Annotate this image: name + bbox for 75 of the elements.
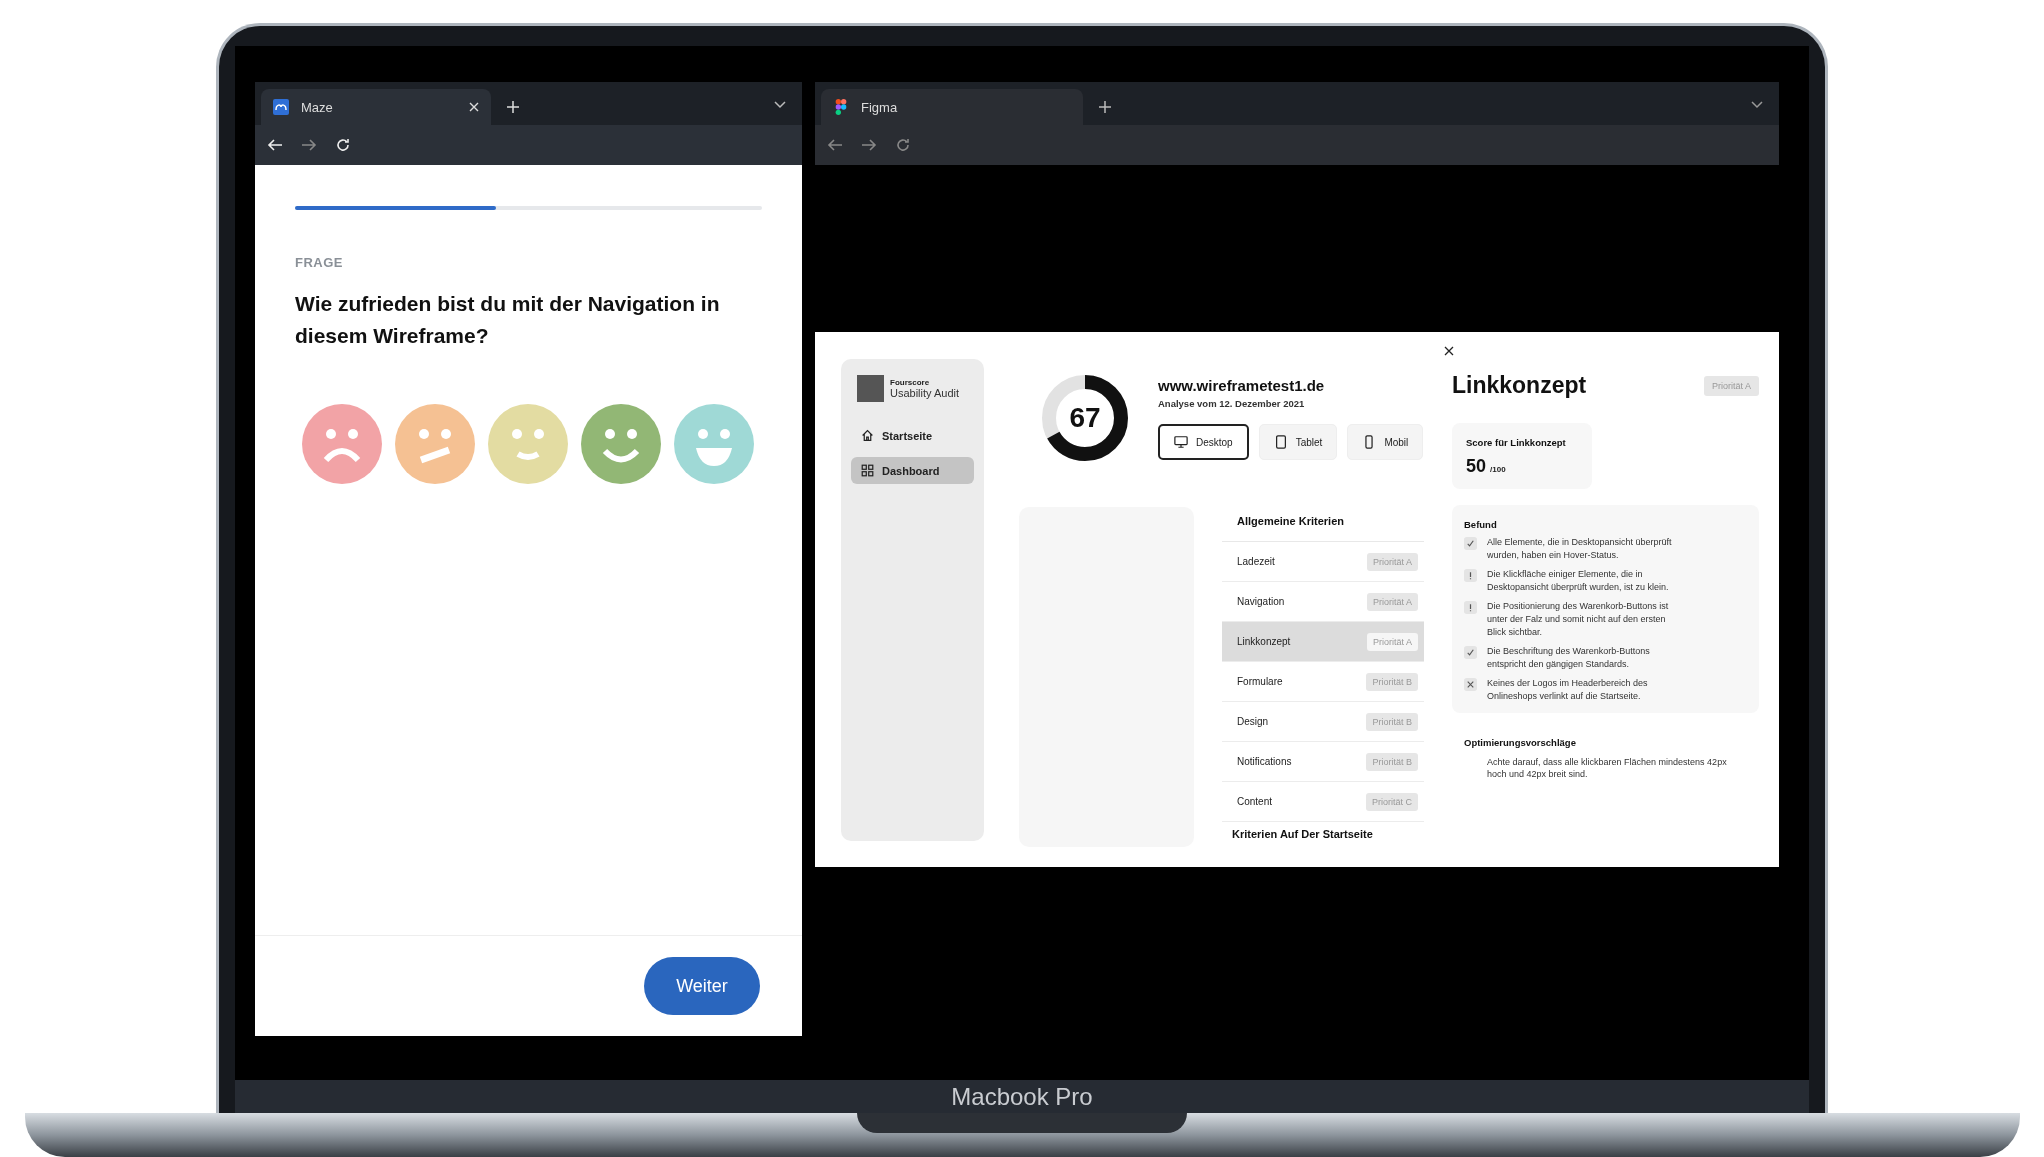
question-text: Wie zufrieden bist du mit der Navigation in diesem Wireframe? [295, 291, 721, 349]
reload-icon[interactable] [335, 137, 351, 153]
priority-badge: Priorität C [1366, 792, 1418, 811]
finding-text: Die Positionierung des Warenkorb-Buttons ist unter der Falz und somit nicht auf den ersten Blick sichtbar. [1487, 600, 1670, 639]
checkmark-icon [1464, 537, 1477, 550]
tablet-icon [1273, 435, 1288, 449]
criteria-row[interactable]: Linkkonzept Priorität A [1222, 622, 1424, 662]
smiley-face-icon[interactable] [581, 404, 661, 484]
finding-text: Die Beschriftung des Warenkorb-Buttons entspricht den gängigen Standards. [1487, 645, 1651, 671]
home-icon [861, 429, 874, 442]
device-tab[interactable]: Desktop [1158, 424, 1249, 460]
criteria-row[interactable]: Content Priorität C [1222, 782, 1424, 822]
brand-name: Usability Audit [890, 387, 960, 399]
new-tab-icon[interactable] [1099, 101, 1111, 113]
monitor-icon [1174, 435, 1188, 449]
site-url: www.wireframetest1.de [1158, 377, 1326, 394]
sidebar-item[interactable]: Startseite [851, 422, 974, 449]
sidebar-item[interactable]: Dashboard [851, 457, 974, 484]
score-value: 67 [1069, 402, 1101, 434]
priority-badge: Priorität B [1366, 752, 1418, 771]
priority-badge: Priorität B [1366, 712, 1418, 731]
criteria-name: Navigation [1237, 596, 1285, 607]
browser-tab[interactable]: Figma [821, 89, 1083, 125]
new-tab-icon[interactable] [507, 101, 519, 113]
criteria-row[interactable]: Notifications Priorität B [1222, 742, 1424, 782]
tab-title: Figma [861, 99, 899, 115]
priority-badge: Priorität A [1367, 592, 1418, 611]
criteria-row[interactable]: Design Priorität B [1222, 702, 1424, 742]
score-value: 50 [1466, 456, 1487, 477]
back-icon[interactable] [267, 137, 283, 153]
criteria-name: Linkkonzept [1237, 636, 1291, 647]
criteria-row[interactable]: Formulare Priorität B [1222, 662, 1424, 702]
criteria-name: Notifications [1237, 756, 1292, 767]
criteria-name: Ladezeit [1237, 556, 1275, 567]
finding-text: Alle Elemente, die in Desktopansicht überprüft wurden, haben ein Hover-Status. [1487, 536, 1673, 562]
finding-text: Die Klickfläche einiger Elemente, die in Desktopansicht überprüft wurden, ist zu klein. [1487, 568, 1670, 594]
criteria-name: Content [1237, 796, 1273, 807]
priority-badge: Priorität A [1704, 375, 1759, 396]
score-label: Score für Linkkonzept [1466, 437, 1567, 448]
suggestions-title: Optimierungsvorschläge [1464, 737, 1577, 748]
section-title: Kriterien Auf Der Startseite [1231, 827, 1374, 842]
detail-title: Linkkonzept [1452, 372, 1587, 399]
maze-logo-icon [273, 99, 289, 115]
forward-icon[interactable] [301, 137, 317, 153]
next-button[interactable]: Weiter [644, 957, 760, 1015]
priority-badge: Priorität B [1366, 672, 1418, 691]
figma-logo-icon [833, 99, 849, 115]
priority-badge: Priorität A [1367, 552, 1418, 571]
finding-text: Keines der Logos im Headerbereich des Onlineshops verlinkt auf die Startseite. [1487, 677, 1649, 703]
priority-badge: Priorität A [1367, 632, 1418, 651]
findings-title: Befund [1464, 519, 1498, 530]
device-tab[interactable]: Tablet [1258, 424, 1338, 460]
forward-icon[interactable] [861, 137, 877, 153]
browser-tab[interactable]: Maze [261, 89, 491, 125]
chevron-down-icon[interactable] [1751, 101, 1763, 109]
grid-icon [861, 464, 874, 477]
tab-title: Maze [301, 99, 334, 115]
logo-square-icon [857, 375, 884, 402]
chevron-down-icon[interactable] [774, 101, 786, 109]
analysis-date: Analyse vom 12. Dezember 2021 [1158, 398, 1306, 409]
criteria-row[interactable]: Ladezeit Priorität A [1222, 542, 1424, 582]
score-max: /100 [1490, 465, 1506, 474]
exclamation-icon [1464, 601, 1477, 614]
question-label: FRAGE [295, 255, 344, 270]
brand-label: Fourscore [890, 378, 931, 387]
device-tab[interactable]: Mobil [1347, 424, 1424, 460]
device-label: Macbook Pro [951, 1082, 1093, 1111]
exclamation-icon [1464, 569, 1477, 582]
checkmark-icon [1464, 646, 1477, 659]
criteria-name: Design [1237, 716, 1269, 727]
criteria-name: Formulare [1237, 676, 1283, 687]
cross-icon [1464, 678, 1477, 691]
close-icon[interactable] [1444, 346, 1454, 356]
close-tab-icon[interactable] [469, 102, 479, 112]
suggestion-text: Achte darauf, dass alle klickbaren Flächen mindestens 42px hoch und 42px breit sind. [1487, 756, 1728, 780]
